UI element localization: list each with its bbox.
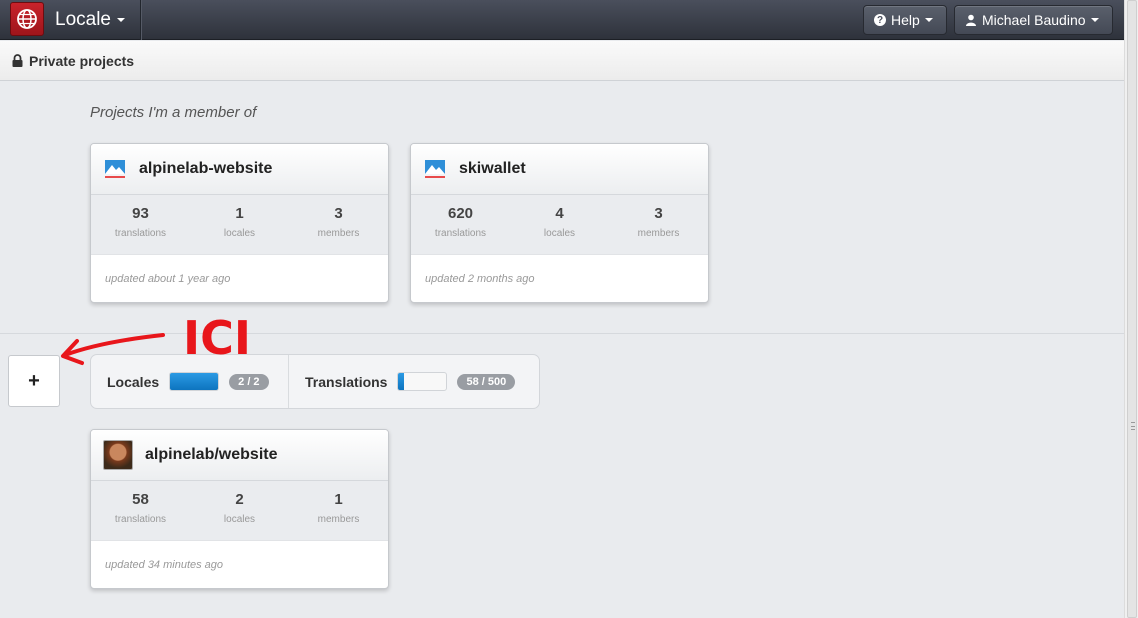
project-card[interactable]: alpinelab-website 93 translations 1 loca… [90,143,389,303]
card-header: alpinelab/website [91,430,388,481]
stat-label: translations [114,514,167,525]
usage-locales-label: Locales [107,373,160,390]
project-name[interactable]: alpinelab/website [145,446,277,464]
user-menu-button[interactable]: Michael Baudino [954,5,1113,35]
stat-label: locales [223,514,256,525]
card-updated: updated 2 months ago [425,273,535,285]
card-header: alpinelab-website [91,144,388,195]
project-card[interactable]: alpinelab/website 58 translations 2 loca… [90,429,389,589]
stat-value: 620 [447,205,474,222]
subheader-title: Private projects [29,52,135,69]
usage-locales: Locales 2 / 2 [91,355,289,408]
project-name[interactable]: alpinelab-website [139,160,272,178]
locales-meter-fill [170,373,219,390]
stat-label: translations [114,228,167,239]
caret-down-icon [924,18,933,22]
stat-locales: 2 locales [190,481,289,540]
top-navbar: Locale ? Help Michael Baudino [0,0,1124,40]
stat-value: 93 [132,205,149,222]
user-icon [966,14,976,26]
alpinelab-logo-icon [103,154,127,184]
help-label: Help [891,12,920,28]
locale-globe-logo-icon[interactable] [10,2,44,36]
usage-panel: Locales 2 / 2 Translations 58 / 500 [90,354,540,409]
alpinelab-logo-icon [423,154,447,184]
section-title: Projects I'm a member of [90,104,257,121]
user-label: Michael Baudino [982,12,1086,28]
stat-value: 3 [654,205,663,222]
stat-label: members [317,514,360,525]
stat-label: members [317,228,360,239]
stat-locales: 1 locales [190,195,289,254]
section-divider [0,333,1124,334]
locales-meter [169,372,220,391]
stat-locales: 4 locales [510,195,609,254]
brand-label: Locale [55,9,111,30]
card-stats: 620 translations 4 locales 3 members [411,195,708,255]
lock-icon [12,54,23,67]
stat-members: 3 members [289,195,388,254]
brand-menu[interactable]: Locale [55,9,125,31]
scrollbar-thumb[interactable] [1127,0,1137,618]
locales-badge: 2 / 2 [229,373,269,390]
add-project-button[interactable]: + [8,355,60,407]
translations-meter [397,372,448,391]
usage-translations: Translations 58 / 500 [289,355,516,408]
vertical-scrollbar[interactable] [1124,0,1138,618]
card-stats: 58 translations 2 locales 1 members [91,481,388,541]
navbar-divider [140,0,141,40]
card-updated: updated about 1 year ago [105,273,231,285]
stat-label: locales [223,228,256,239]
stat-translations: 93 translations [91,195,190,254]
avatar [103,440,133,470]
project-name[interactable]: skiwallet [459,160,526,178]
card-updated: updated 34 minutes ago [105,559,224,571]
stat-translations: 58 translations [91,481,190,540]
translations-meter-fill [398,373,405,390]
caret-down-icon [117,18,125,22]
subheader-bar: Private projects [0,41,1124,81]
caret-down-icon [1090,18,1099,22]
stat-value: 3 [334,205,343,222]
card-header: skiwallet [411,144,708,195]
usage-translations-label: Translations [305,373,388,390]
stat-label: locales [543,228,576,239]
stat-label: members [637,228,680,239]
scroll-grip-icon [1131,422,1135,430]
translations-badge: 58 / 500 [457,373,516,390]
stat-value: 58 [132,491,149,508]
stat-value: 4 [555,205,564,222]
help-menu-button[interactable]: ? Help [863,5,947,35]
stat-members: 1 members [289,481,388,540]
stat-value: 2 [235,491,244,508]
card-stats: 93 translations 1 locales 3 members [91,195,388,255]
stat-translations: 620 translations [411,195,510,254]
stat-members: 3 members [609,195,708,254]
stat-label: translations [434,228,487,239]
stat-value: 1 [334,491,343,508]
stat-value: 1 [235,205,244,222]
question-circle-icon: ? [874,14,886,26]
project-card[interactable]: skiwallet 620 translations 4 locales 3 m… [410,143,709,303]
